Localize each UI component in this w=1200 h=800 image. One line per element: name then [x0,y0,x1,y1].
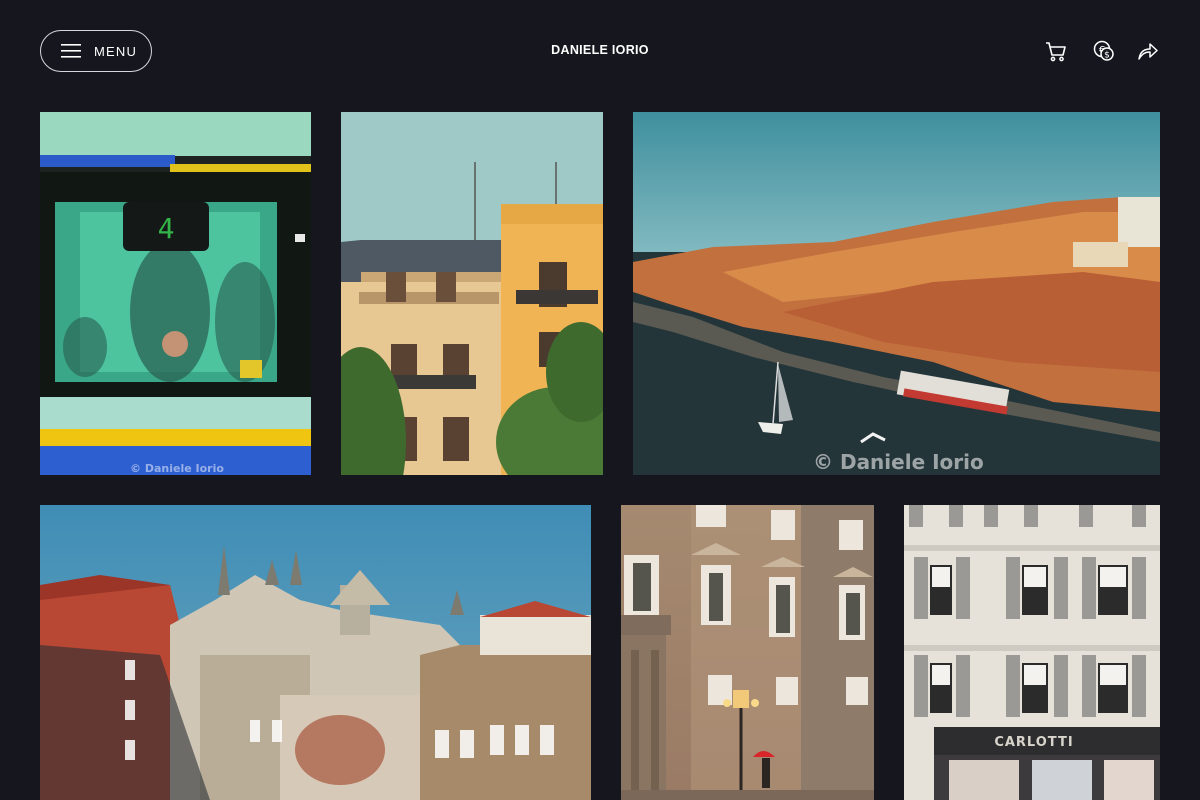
svg-text:$: $ [1104,51,1110,61]
tram-photo: 4 © Daniele Iorio [40,112,311,475]
panorama-photo: © Daniele Iorio [633,112,1160,475]
hamburger-icon [61,44,81,58]
currency-icon[interactable]: € $ [1092,39,1116,63]
site-header: MENU DANIELE IORIO € $ [0,0,1200,100]
site-title[interactable]: DANIELE IORIO [500,43,700,57]
church-photo [40,505,591,800]
menu-button[interactable]: MENU [40,30,152,72]
gallery-photo-panorama[interactable]: © Daniele Iorio [633,112,1160,475]
gallery-photo-palace[interactable] [621,505,874,800]
palace-photo [621,505,874,800]
gallery-photo-tram[interactable]: 4 © Daniele Iorio [40,112,311,475]
svg-text:4: 4 [158,212,175,245]
shop-sign: CARLOTTI [994,735,1073,750]
facade-photo [341,112,603,475]
shutters-photo: CARLOTTI [904,505,1160,800]
gallery-photo-shutters[interactable]: CARLOTTI [904,505,1160,800]
menu-label: MENU [94,44,138,59]
watermark: © Daniele Iorio [130,462,224,475]
watermark: © Daniele Iorio [813,450,984,474]
share-icon[interactable] [1136,39,1160,63]
cart-icon[interactable] [1044,39,1068,63]
gallery-photo-church[interactable] [40,505,591,800]
gallery-photo-facade[interactable] [341,112,603,475]
